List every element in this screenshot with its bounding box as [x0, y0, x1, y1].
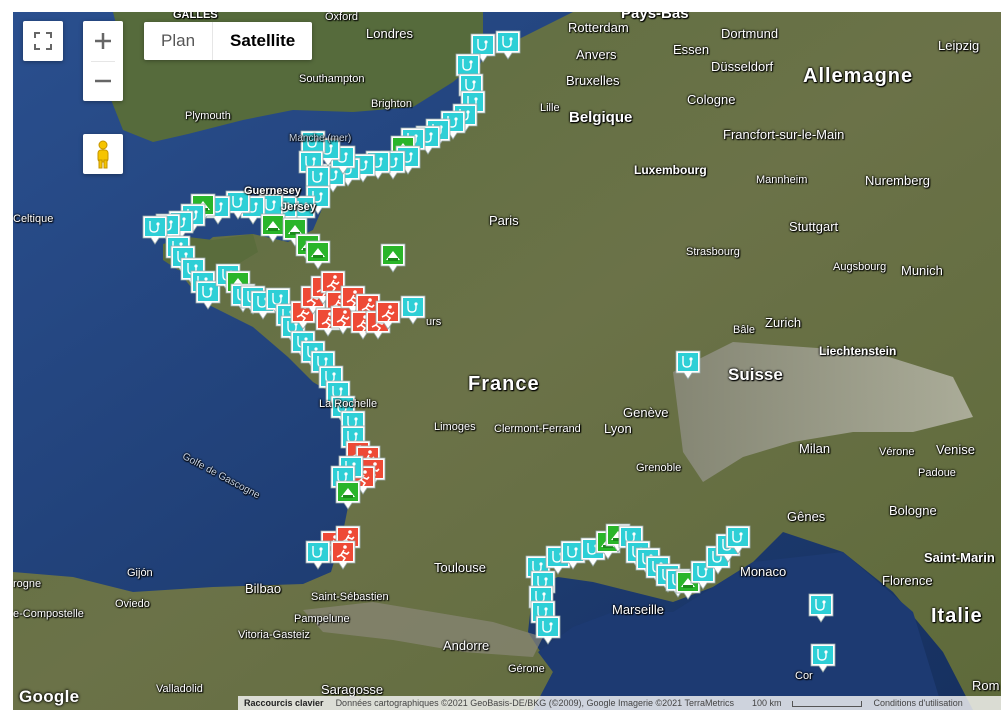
satellite-map[interactable]: GALLES Oxford Londres Rotterdam Pays-Bas…: [13, 12, 1001, 710]
minus-icon: [95, 79, 111, 83]
plus-icon: [95, 33, 111, 49]
label-gerone: Gérone: [508, 663, 545, 675]
street-view-pegman[interactable]: [83, 134, 123, 174]
pegman-icon: [97, 140, 109, 169]
label-saragosse: Saragosse: [321, 682, 384, 697]
label-paris: Paris: [489, 213, 519, 228]
label-suisse: Suisse: [728, 365, 783, 384]
label-milan: Milan: [799, 441, 831, 456]
label-bologne: Bologne: [889, 503, 937, 518]
label-vitoria: Vitoria-Gasteiz: [238, 629, 310, 641]
label-bale: Bâle: [733, 324, 756, 336]
label-dortmund: Dortmund: [721, 26, 779, 41]
label-florence: Florence: [882, 573, 933, 588]
label-stuttgart: Stuttgart: [789, 219, 839, 234]
label-essen: Essen: [673, 42, 710, 57]
label-lille: Lille: [540, 102, 560, 114]
label-bilbao: Bilbao: [245, 581, 282, 596]
map-footer: Raccourcis clavier Données cartographiqu…: [238, 696, 1001, 710]
label-rome: Rom: [972, 678, 1000, 693]
label-liechtenstein: Liechtenstein: [819, 344, 897, 358]
label-pays-bas: Pays-Bas: [621, 12, 689, 22]
label-manche: Manche (mer): [289, 133, 352, 144]
label-dusseldorf: Düsseldorf: [711, 59, 774, 74]
label-rotterdam: Rotterdam: [568, 20, 629, 35]
label-southampton: Southampton: [299, 73, 365, 85]
zoom-in-button[interactable]: [83, 21, 123, 61]
map-type-control: Plan Satellite: [144, 22, 313, 60]
label-compostelle: e-Compostelle: [13, 608, 84, 620]
label-france: France: [468, 373, 540, 395]
label-saint-marin: Saint-Marin: [924, 550, 995, 565]
label-saint-sebastien: Saint-Sébastien: [311, 591, 389, 603]
label-jersey: Jersey: [281, 201, 316, 213]
label-monaco: Monaco: [740, 564, 787, 579]
label-clermont: Clermont-Ferrand: [494, 423, 581, 435]
label-celtique: Celtique: [13, 213, 54, 225]
label-bruxelles: Bruxelles: [566, 73, 620, 88]
label-andorre: Andorre: [443, 638, 490, 653]
fullscreen-button[interactable]: [23, 21, 63, 61]
label-italie: Italie: [931, 605, 983, 627]
label-tours: urs: [426, 316, 442, 328]
label-coruna: rogne: [13, 578, 42, 590]
terrain-layer: [13, 12, 1001, 710]
label-marseille: Marseille: [612, 602, 665, 617]
label-toulouse: Toulouse: [434, 560, 487, 575]
label-zurich: Zurich: [765, 315, 802, 330]
label-francfort: Francfort-sur-le-Main: [723, 127, 845, 142]
label-lyon: Lyon: [604, 421, 632, 436]
label-la-rochelle: La Rochelle: [319, 398, 378, 410]
label-leipzig: Leipzig: [938, 38, 980, 53]
label-gijon: Gijón: [127, 567, 153, 579]
label-luxembourg: Luxembourg: [634, 163, 707, 177]
label-padoue: Padoue: [918, 467, 956, 479]
map-type-plan[interactable]: Plan: [144, 22, 212, 60]
label-nuremberg: Nuremberg: [865, 173, 931, 188]
label-oxford: Oxford: [325, 12, 359, 23]
zoom-control: [83, 21, 123, 101]
zoom-out-button[interactable]: [83, 61, 123, 101]
label-munich: Munich: [901, 263, 943, 278]
terms-link[interactable]: Conditions d'utilisation: [868, 698, 969, 708]
label-allemagne: Allemagne: [803, 65, 914, 87]
label-brighton: Brighton: [371, 98, 412, 110]
label-guernesey: Guernesey: [244, 185, 301, 197]
label-augsbourg: Augsbourg: [833, 261, 887, 273]
scale-control[interactable]: 100 km: [740, 698, 868, 708]
label-geneve: Genève: [623, 405, 669, 420]
label-strasbourg: Strasbourg: [686, 246, 740, 258]
keyboard-shortcuts-link[interactable]: Raccourcis clavier: [238, 698, 330, 708]
label-londres: Londres: [366, 26, 413, 41]
fullscreen-icon: [34, 32, 52, 50]
map-type-satellite[interactable]: Satellite: [212, 22, 312, 60]
label-venise: Venise: [936, 442, 976, 457]
label-limoges: Limoges: [434, 421, 476, 433]
map-attribution: Données cartographiques ©2021 GeoBasis-D…: [335, 698, 734, 708]
label-belgique: Belgique: [569, 109, 633, 126]
google-logo[interactable]: Google: [19, 687, 79, 707]
label-cologne: Cologne: [687, 92, 736, 107]
label-valladolid: Valladolid: [156, 683, 203, 695]
label-corse: Cor: [795, 670, 813, 682]
label-plymouth: Plymouth: [185, 110, 231, 122]
label-oviedo: Oviedo: [115, 598, 150, 610]
scale-bar: [791, 700, 862, 707]
label-genes: Gênes: [787, 509, 826, 524]
label-grenoble: Grenoble: [636, 462, 682, 474]
label-verone: Vérone: [879, 446, 915, 458]
label-mannheim: Mannheim: [756, 174, 808, 186]
label-pampelune: Pampelune: [294, 613, 350, 625]
label-anvers: Anvers: [576, 47, 617, 62]
label-galles: GALLES: [173, 12, 218, 21]
